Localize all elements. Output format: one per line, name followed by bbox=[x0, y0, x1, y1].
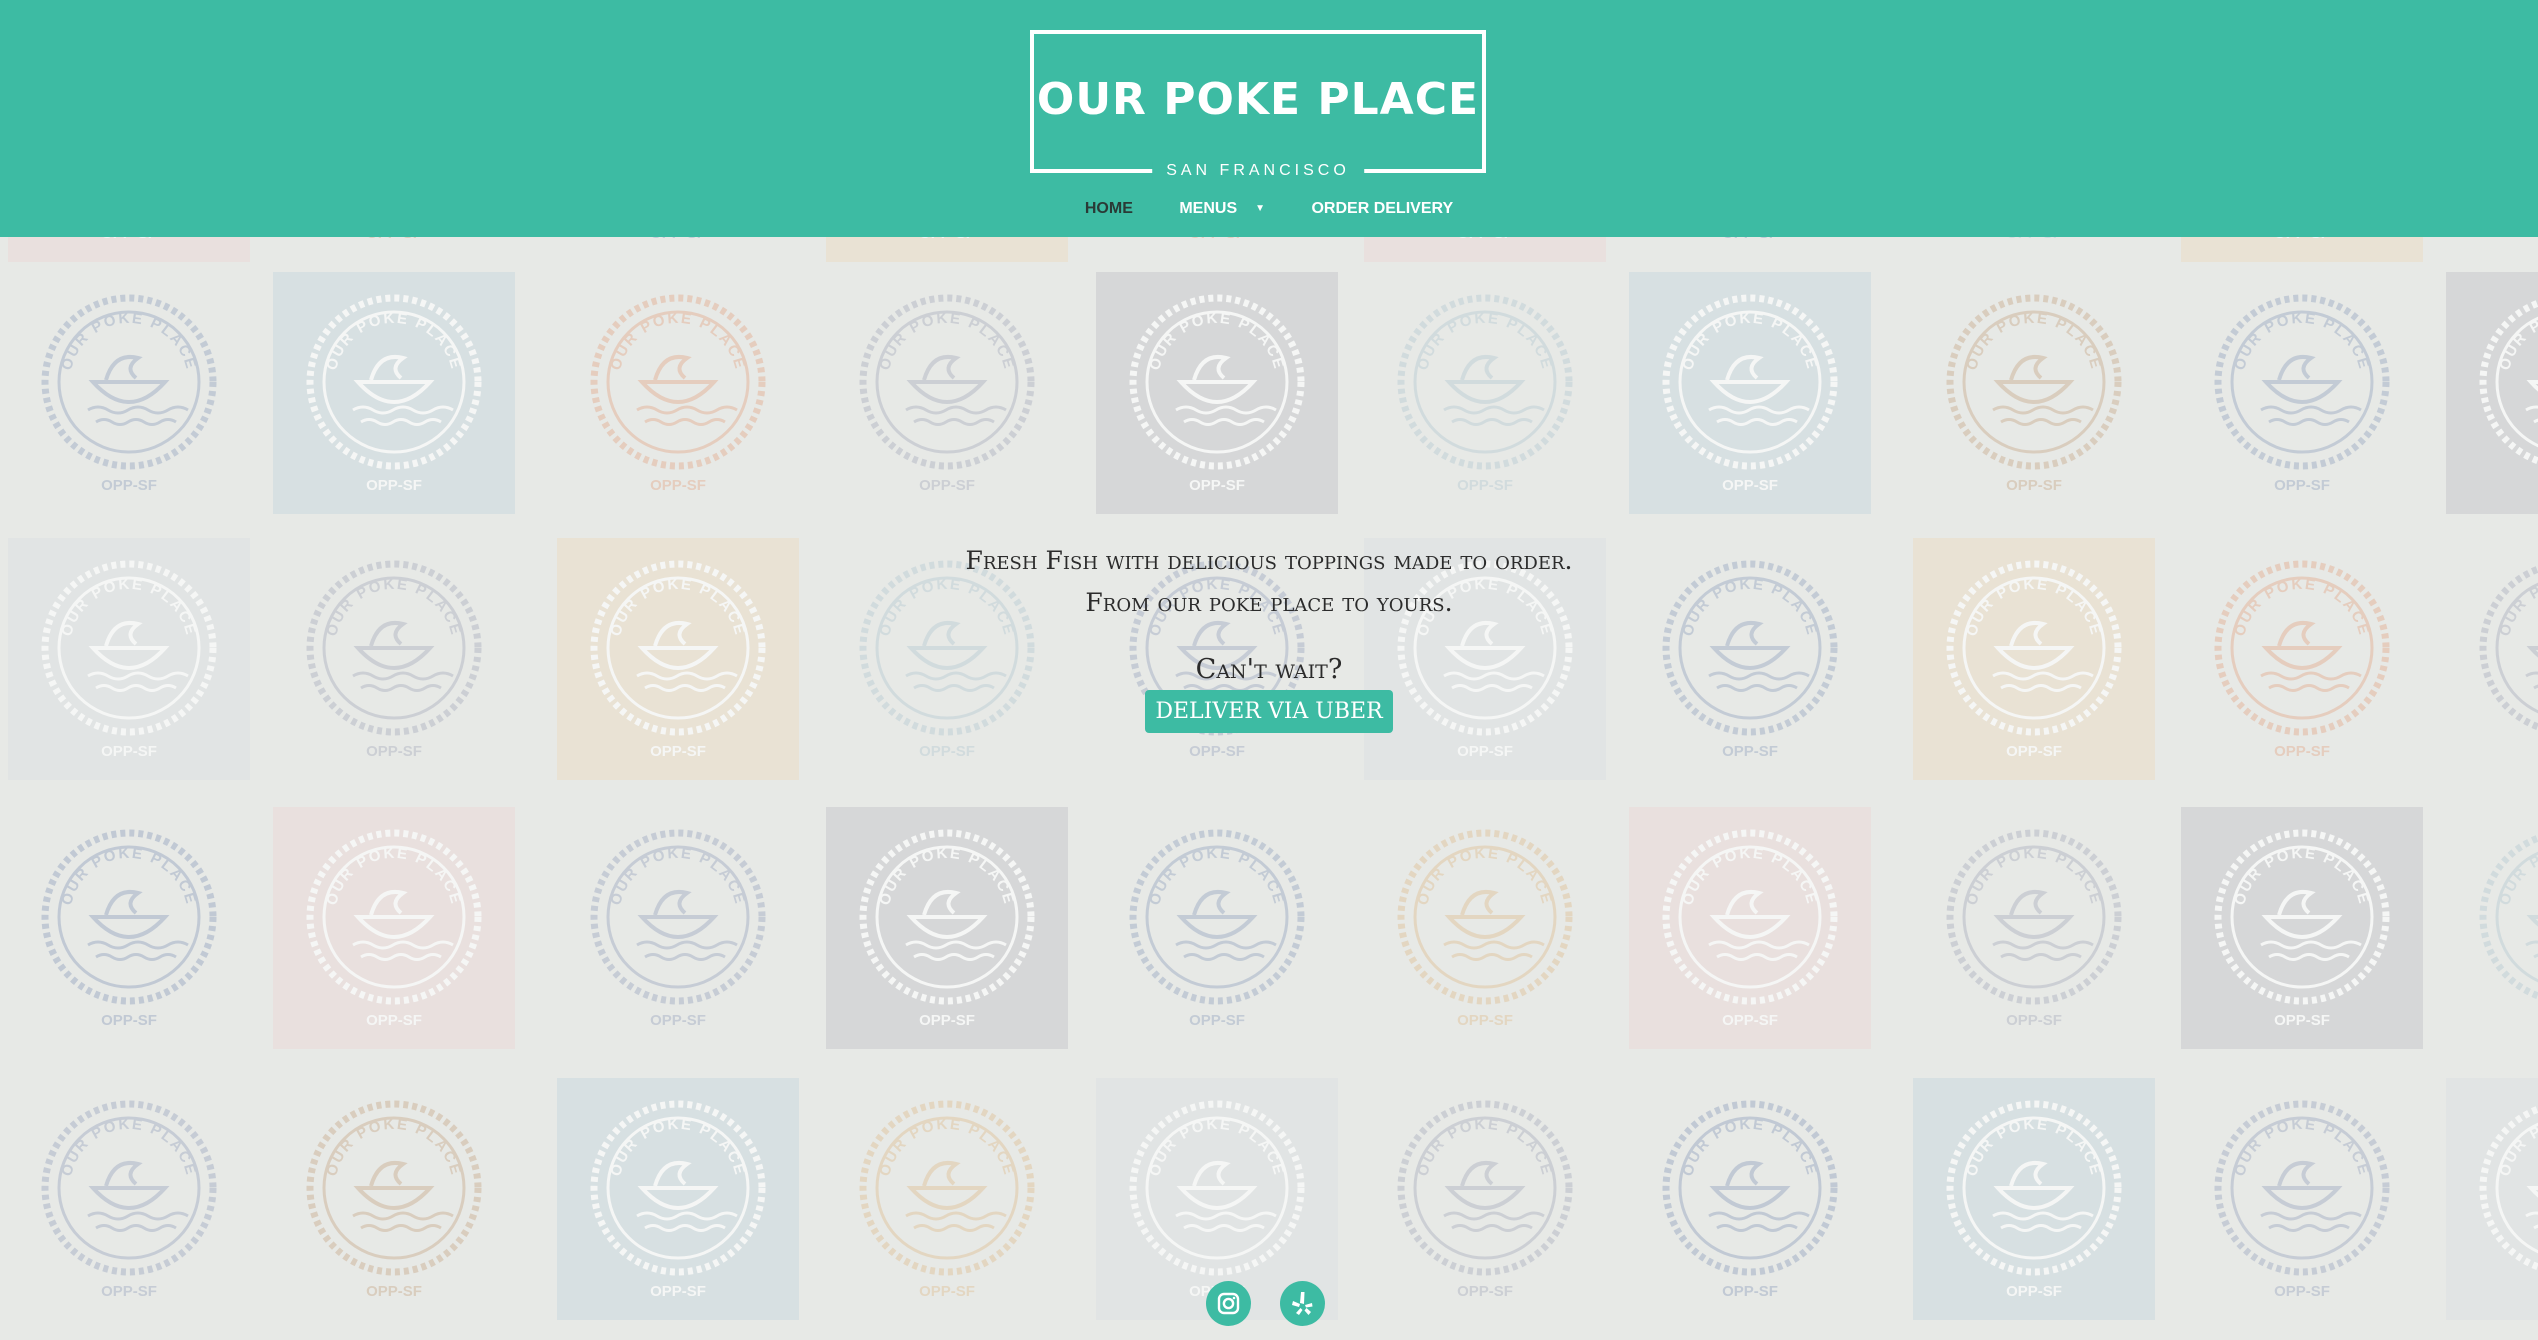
nav-menus[interactable]: MENUS ▼ bbox=[1165, 200, 1279, 218]
nav-menus-label: MENUS bbox=[1179, 200, 1238, 217]
nav-order-delivery[interactable]: ORDER DELIVERY bbox=[1311, 200, 1453, 218]
site-logo[interactable]: OUR POKE PLACE SAN FRANCISCO bbox=[1030, 30, 1486, 180]
logo-title: OUR POKE PLACE bbox=[1036, 74, 1480, 125]
caret-down-icon: ▼ bbox=[1255, 203, 1266, 214]
deliver-via-uber-button[interactable]: DELIVER VIA UBER bbox=[1145, 690, 1393, 733]
nav-home[interactable]: HOME bbox=[1085, 200, 1133, 218]
instagram-icon bbox=[1217, 1292, 1240, 1315]
logo-subtitle: SAN FRANCISCO bbox=[1152, 162, 1364, 180]
site-header: OUR POKE PLACE SAN FRANCISCO HOME MENUS ▼… bbox=[0, 0, 2538, 237]
hero-line-2: From our poke place to yours. bbox=[1085, 588, 1453, 617]
hero-line-1: Fresh Fish with delicious toppings made … bbox=[965, 546, 1573, 575]
yelp-link[interactable] bbox=[1280, 1281, 1325, 1326]
main-nav: HOME MENUS ▼ ORDER DELIVERY bbox=[0, 200, 2538, 218]
cant-wait-text: Can't wait? bbox=[1195, 654, 1343, 685]
yelp-icon bbox=[1292, 1292, 1313, 1315]
hero: Fresh Fish with delicious toppings made … bbox=[0, 540, 2538, 733]
instagram-link[interactable] bbox=[1206, 1281, 1251, 1326]
